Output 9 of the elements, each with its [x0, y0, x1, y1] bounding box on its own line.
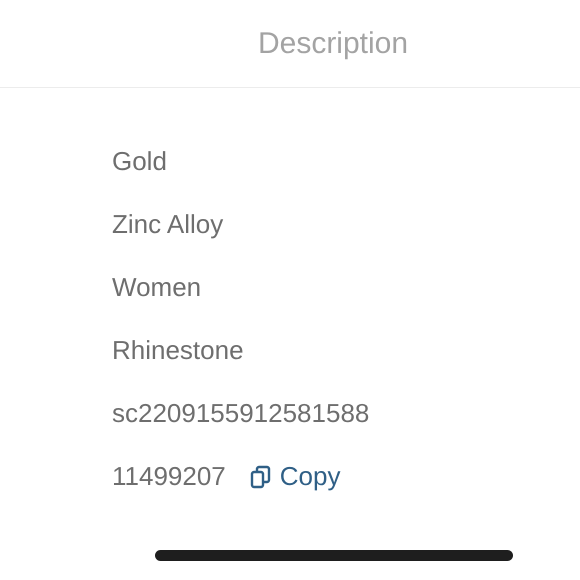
copy-button[interactable]: Copy	[250, 459, 340, 494]
attribute-value: sc2209155912581588	[112, 397, 370, 430]
section-title: Description	[258, 26, 408, 62]
copy-icon	[250, 464, 272, 488]
attribute-value: Rhinestone	[112, 334, 244, 367]
attribute-value: Zinc Alloy	[112, 208, 224, 241]
attribute-value: Gold	[112, 145, 167, 178]
attribute-value: 11499207	[112, 460, 226, 493]
attribute-value: Women	[112, 271, 202, 304]
